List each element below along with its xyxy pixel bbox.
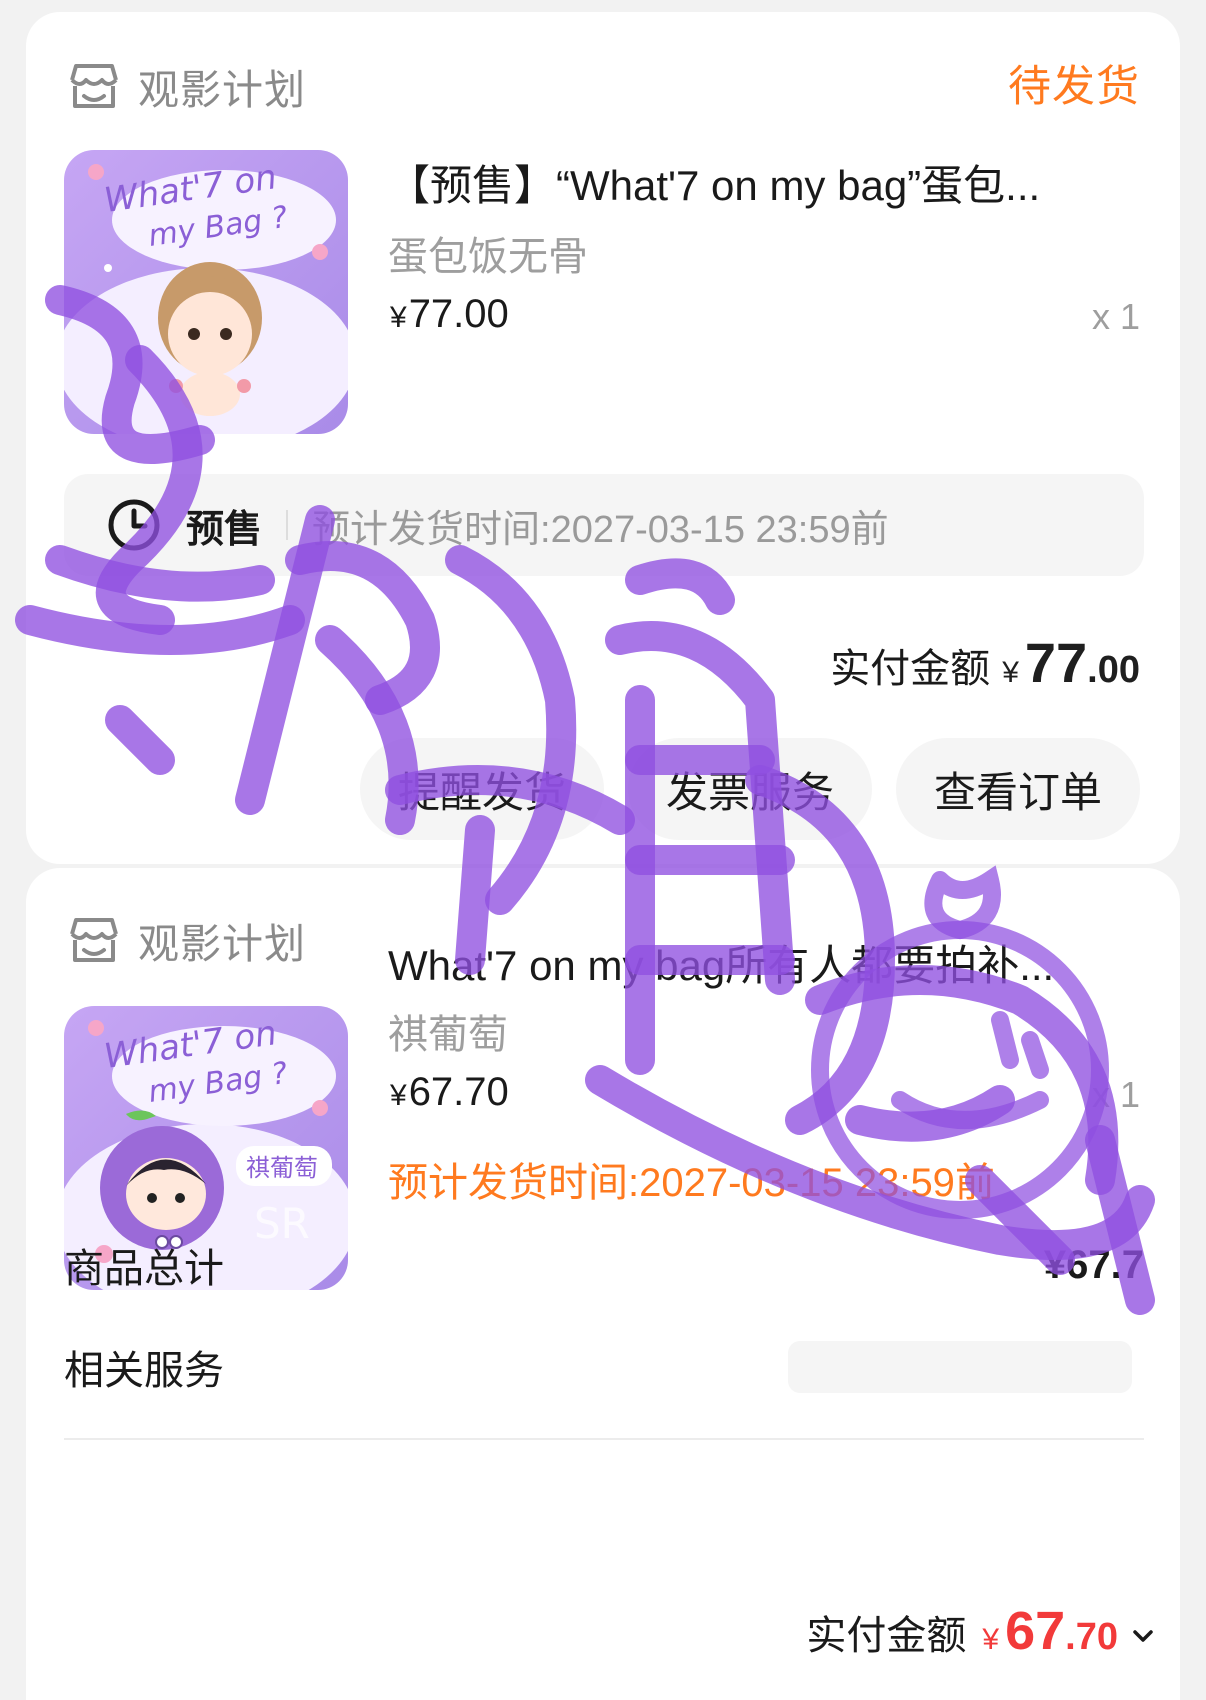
store-header[interactable]: 观影计划: [66, 910, 306, 970]
estimated-ship-time: 预计发货时间:2027-03-15 23:59前: [312, 508, 889, 551]
paid-currency-symbol: ¥: [982, 1623, 1000, 1656]
goods-total-row: 商品总计 ¥67.7: [64, 1236, 1144, 1294]
product-title[interactable]: What'7 on my bag所有人都要拍补...: [388, 932, 1148, 993]
estimated-ship-time: 预计发货时间:2027-03-15 23:59前: [388, 1161, 995, 1205]
goods-total-label: 商品总计: [64, 1247, 224, 1291]
thumb-badge: 祺葡萄: [246, 1154, 318, 1182]
paid-amount-integer: 67: [1005, 1601, 1066, 1661]
product-price: ¥77.00: [390, 292, 509, 337]
divider: [286, 510, 289, 540]
product-sku: 祺葡萄: [388, 1013, 508, 1057]
paid-amount-decimal: .70: [1065, 1616, 1118, 1658]
paid-amount-label: 实付金额: [806, 1614, 967, 1658]
product-sku: 蛋包饭无骨: [388, 235, 588, 279]
order-card-1[interactable]: 观影计划 待发货 What'7 on my Bag ? 【预售】“What'7 …: [26, 12, 1180, 864]
presale-label: 预售: [186, 508, 263, 551]
paid-amount-total[interactable]: 实付金额 ¥ 67 .70: [806, 1600, 1156, 1662]
paid-amount: 实付金额 ¥ 77 .00: [830, 630, 1140, 695]
goods-total-value: ¥67.7: [1043, 1242, 1144, 1287]
paid-amount-integer: 77: [1024, 631, 1088, 694]
product-quantity: x 1: [1091, 296, 1140, 337]
order-status: 待发货: [1008, 63, 1140, 111]
store-icon: [70, 918, 118, 962]
store-name: 观影计划: [138, 921, 306, 967]
product-price: ¥67.70: [390, 1070, 509, 1115]
product-thumbnail[interactable]: What'7 on my Bag ?: [64, 150, 348, 434]
price-value: 77.00: [408, 292, 509, 336]
related-services-label: 相关服务: [64, 1349, 224, 1393]
invoice-service-button[interactable]: 发票服务: [627, 738, 872, 840]
order-card-2[interactable]: 观影计划 What'7 on my Bag ? 祺葡萄 SR What'7 on…: [26, 868, 1180, 1700]
currency-symbol: ¥: [390, 301, 407, 334]
store-icon: [70, 64, 118, 108]
paid-amount-label: 实付金额: [830, 647, 991, 691]
order-actions: 提醒发货 发票服务 查看订单: [336, 738, 1140, 840]
product-image: What'7 on my Bag ?: [64, 150, 348, 434]
clock-icon: [108, 499, 160, 551]
paid-currency-symbol: ¥: [1002, 656, 1019, 689]
chevron-down-icon[interactable]: [1130, 1623, 1156, 1649]
divider: [64, 1438, 1144, 1440]
service-tags[interactable]: [788, 1341, 1132, 1393]
currency-symbol: ¥: [390, 1079, 407, 1112]
product-quantity: x 1: [1091, 1074, 1140, 1115]
price-value: 67.70: [408, 1070, 509, 1114]
paid-amount-decimal: .00: [1087, 649, 1140, 691]
related-services-row[interactable]: 相关服务: [64, 1338, 1144, 1396]
remind-shipping-button[interactable]: 提醒发货: [359, 738, 604, 840]
product-title[interactable]: 【预售】“What'7 on my bag”蛋包...: [388, 152, 1148, 213]
view-order-button[interactable]: 查看订单: [895, 738, 1140, 840]
store-header[interactable]: 观影计划: [66, 56, 306, 116]
presale-info-bar: 预售 预计发货时间:2027-03-15 23:59前: [64, 474, 1144, 576]
store-name: 观影计划: [138, 67, 306, 113]
